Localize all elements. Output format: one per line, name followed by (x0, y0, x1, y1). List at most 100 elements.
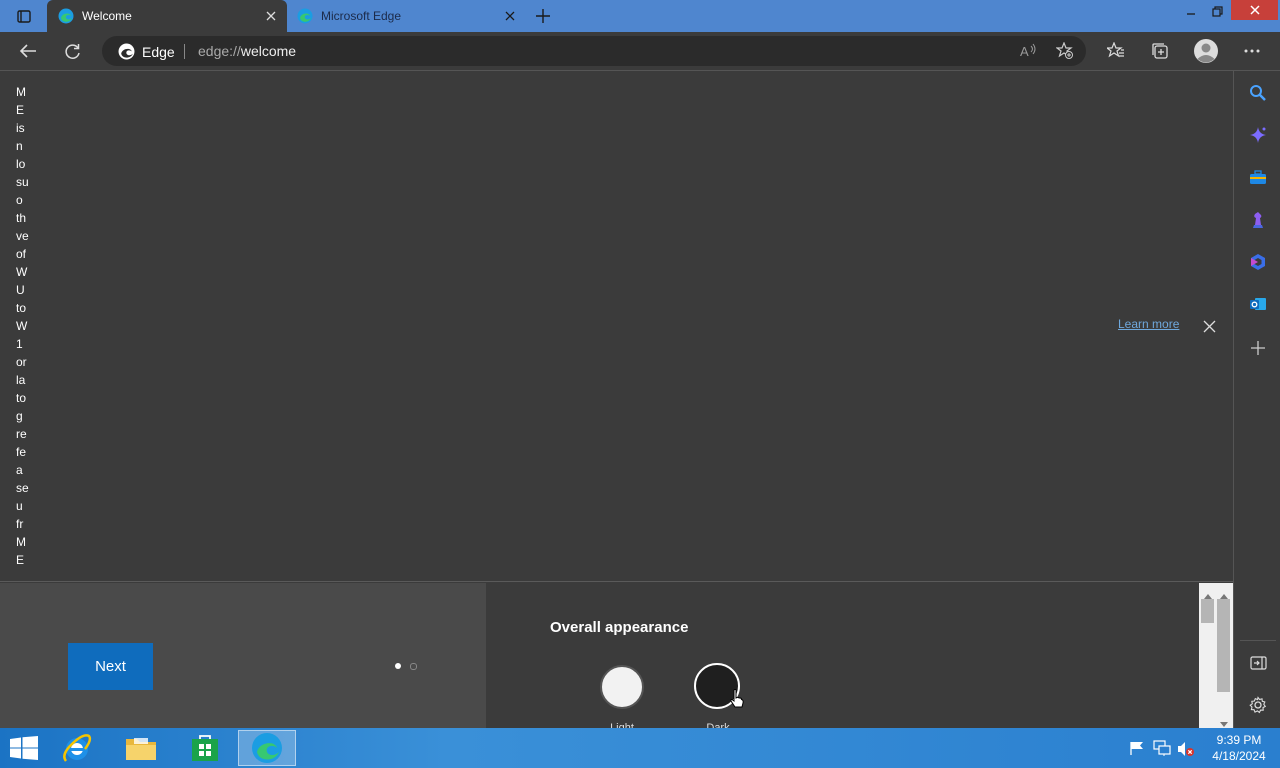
tab-microsoft-edge[interactable]: Microsoft Edge (288, 0, 526, 32)
start-button[interactable] (10, 736, 38, 765)
tab-strip: Welcome Microsoft Edge (0, 0, 1280, 32)
restore-icon (1211, 5, 1223, 17)
taskbar-store[interactable] (176, 730, 234, 766)
infobar-text-fragment: of (16, 247, 27, 261)
read-aloud-icon[interactable]: A (1020, 43, 1038, 64)
taskbar-edge[interactable] (238, 730, 296, 766)
infobar-text-fragment: 1 (16, 337, 23, 351)
network-icon[interactable] (1153, 740, 1171, 761)
clock-date: 4/18/2024 (1212, 749, 1266, 763)
settings-more-button[interactable] (1239, 39, 1265, 63)
minimize-icon (1187, 13, 1195, 15)
infobar-text-fragment: su (16, 175, 29, 189)
taskbar-clock[interactable]: 9:39 PM 4/18/2024 (1206, 732, 1272, 764)
sidebar-outlook-button[interactable] (1246, 292, 1270, 316)
sidebar-search-button[interactable] (1246, 81, 1270, 105)
back-arrow-icon (19, 44, 36, 58)
refresh-button[interactable] (59, 39, 85, 63)
taskbar-file-explorer[interactable] (112, 730, 170, 766)
new-tab-button[interactable] (532, 5, 554, 27)
infobar-text-fragment: re (16, 427, 27, 441)
office-icon (1251, 254, 1265, 270)
edge-favicon-icon (58, 8, 74, 24)
edge-brand-label: Edge (142, 43, 175, 60)
tab-close-icon[interactable] (261, 6, 281, 26)
hide-sidebar-icon (1249, 656, 1267, 670)
sidebar-settings-button[interactable] (1246, 693, 1270, 717)
page-content: M Eis n lo su o th ve of W Uto W 1 or la to g re fe a se u fr M… (0, 71, 1233, 729)
plus-icon (536, 9, 550, 23)
edge-favicon-icon (297, 8, 313, 24)
url-scheme: edge:// (198, 43, 241, 59)
favorites-button[interactable] (1103, 39, 1129, 63)
infobar-text-fragment: E (16, 103, 25, 117)
outlook-icon (1250, 298, 1266, 310)
sidebar-add-button[interactable] (1246, 336, 1270, 360)
scroll-thumb[interactable] (1201, 599, 1214, 623)
sidebar-games-button[interactable] (1246, 208, 1270, 232)
back-button[interactable] (15, 39, 41, 63)
taskbar-internet-explorer[interactable] (48, 730, 106, 766)
more-dots-icon (1244, 49, 1260, 53)
theme-light-option[interactable] (600, 665, 648, 713)
favorites-icon (1107, 42, 1124, 58)
url-path: welcome (240, 43, 297, 59)
plus-icon (1251, 341, 1265, 355)
add-favorite-icon[interactable] (1055, 41, 1074, 65)
sidebar-tools-button[interactable] (1246, 166, 1270, 190)
refresh-icon (64, 43, 80, 59)
close-window-button[interactable] (1231, 0, 1278, 20)
infobar-close-button[interactable] (1200, 317, 1218, 335)
next-button[interactable]: Next (68, 643, 153, 690)
edge-page-indicator[interactable]: Edge (118, 43, 175, 60)
tab-title: Welcome (82, 9, 132, 23)
action-center-flag-icon[interactable] (1129, 741, 1145, 760)
infobar-text-fragment: o (16, 193, 23, 207)
gear-icon (1249, 696, 1267, 714)
sidebar-office-button[interactable] (1246, 250, 1270, 274)
profile-icon (1194, 39, 1218, 63)
infobar-text-fragment: M (16, 85, 26, 99)
close-icon (1249, 5, 1260, 15)
browser-toolbar: Edge edge://welcome A (0, 32, 1280, 71)
sidebar-copilot-button[interactable] (1246, 123, 1270, 147)
address-separator (184, 44, 185, 59)
tab-actions-button[interactable] (8, 6, 40, 26)
search-icon (1250, 85, 1266, 101)
edge-logo-icon (118, 43, 135, 60)
pagination-dot[interactable] (410, 663, 417, 670)
infobar-text-fragment: U (16, 283, 25, 297)
sparkle-icon (1250, 127, 1266, 143)
profile-avatar[interactable] (1194, 39, 1218, 63)
edge-sidebar (1233, 71, 1280, 728)
infobar-message: M Eis n lo su o th ve of W Uto W 1 or la to g re fe a se u fr M… (0, 83, 36, 569)
vertical-scrollbar[interactable] (1199, 583, 1233, 729)
sidebar-hide-button[interactable] (1246, 651, 1270, 675)
infobar-text-fragment: ve (16, 229, 29, 243)
infobar-text-fragment: u (16, 499, 23, 513)
infobar-text-fragment: M (16, 535, 26, 549)
toolbox-icon (1250, 170, 1266, 184)
pagination-dot-active[interactable] (395, 663, 401, 669)
url-text[interactable]: edge://welcome (198, 43, 296, 59)
scroll-thumb[interactable] (1217, 599, 1230, 692)
collections-button[interactable] (1147, 39, 1173, 63)
appearance-panel: Overall appearance Light Dark (486, 583, 1199, 729)
learn-more-link[interactable]: Learn more (1118, 317, 1179, 331)
tab-welcome[interactable]: Welcome (47, 0, 287, 32)
minimize-button[interactable] (1180, 0, 1202, 22)
infobar-text-fragment: lo (16, 157, 26, 171)
address-bar[interactable]: Edge edge://welcome A (102, 36, 1086, 66)
infobar-text-fragment: n (16, 139, 23, 153)
infobar-text-fragment: la (16, 373, 26, 387)
clock-time: 9:39 PM (1216, 733, 1262, 747)
collections-icon (1152, 43, 1168, 59)
volume-muted-icon[interactable] (1177, 741, 1195, 762)
infobar-text-fragment: to (16, 301, 27, 315)
restore-button[interactable] (1206, 0, 1228, 22)
tab-close-icon[interactable] (500, 6, 520, 26)
infobar-text-fragment: g (16, 409, 23, 423)
internet-explorer-icon (63, 734, 92, 762)
welcome-panel: Next Overall appearance Light Dark (0, 581, 1233, 729)
infobar-text-fragment: se (16, 481, 29, 495)
